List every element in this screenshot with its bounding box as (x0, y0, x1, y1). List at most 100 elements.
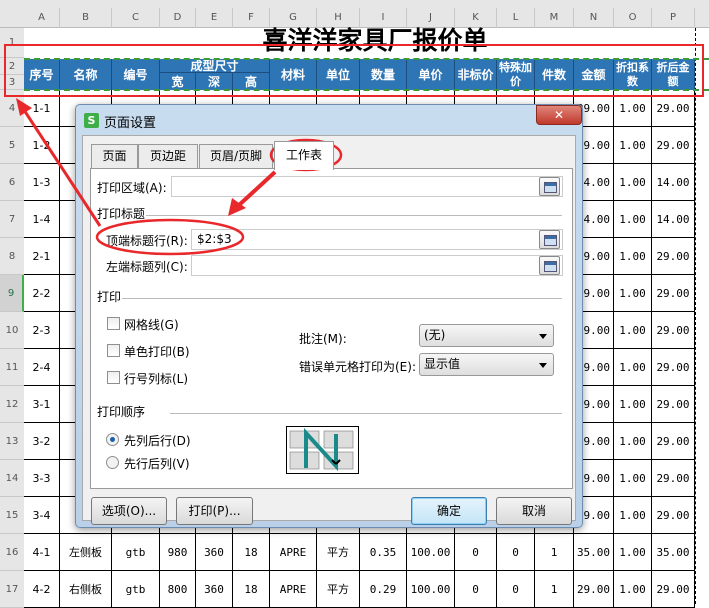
table-cell[interactable]: 100.00 (407, 534, 455, 571)
table-cell[interactable]: 2-3 (24, 312, 60, 349)
mono-checkbox[interactable] (107, 344, 120, 357)
top-rows-picker-button[interactable] (539, 230, 560, 249)
table-cell[interactable]: 1-4 (24, 201, 60, 238)
table-cell[interactable]: 1.00 (614, 201, 652, 238)
table-cell[interactable]: 18 (233, 534, 270, 571)
table-cell[interactable]: 1.00 (614, 571, 652, 608)
table-cell[interactable]: 0 (497, 534, 535, 571)
tab-sheet[interactable]: 工作表 (274, 141, 334, 170)
row-header[interactable]: 15 (0, 497, 24, 534)
column-header-K[interactable]: K (455, 8, 497, 28)
row-header[interactable]: 4 (0, 90, 24, 127)
top-rows-input[interactable]: $2:$3 (191, 229, 563, 250)
gridlines-checkbox[interactable] (107, 317, 120, 330)
table-cell[interactable]: 1 (535, 534, 574, 571)
table-cell[interactable]: 1.00 (614, 90, 652, 127)
table-cell[interactable]: 980 (160, 534, 196, 571)
table-cell[interactable]: 3-1 (24, 386, 60, 423)
table-cell[interactable]: 29.00 (652, 349, 695, 386)
table-cell[interactable]: 1.00 (614, 275, 652, 312)
table-cell[interactable]: 1-1 (24, 90, 60, 127)
table-cell[interactable]: 0 (455, 534, 497, 571)
column-header-M[interactable]: M (535, 8, 574, 28)
column-header-G[interactable]: G (270, 8, 317, 28)
table-cell[interactable]: 35.00 (574, 534, 614, 571)
table-cell[interactable]: APRE (270, 571, 317, 608)
column-header-I[interactable]: I (360, 8, 407, 28)
table-cell[interactable]: 1-2 (24, 127, 60, 164)
errors-select[interactable]: 显示值 (419, 353, 554, 376)
table-cell[interactable]: 平方 (317, 534, 360, 571)
row-header[interactable]: 13 (0, 423, 24, 460)
tab-header-footer[interactable]: 页眉/页脚 (199, 144, 273, 168)
table-cell[interactable]: 1.00 (614, 534, 652, 571)
table-cell[interactable]: 4-1 (24, 534, 60, 571)
table-cell[interactable]: 1.00 (614, 423, 652, 460)
table-cell[interactable]: 1.00 (614, 164, 652, 201)
column-header-E[interactable]: E (196, 8, 233, 28)
table-cell[interactable]: 3-3 (24, 460, 60, 497)
column-header-D[interactable]: D (160, 8, 196, 28)
table-cell[interactable]: 29.00 (652, 460, 695, 497)
table-cell[interactable]: 左侧板 (60, 534, 112, 571)
table-cell[interactable]: 2-1 (24, 238, 60, 275)
table-cell[interactable]: 29.00 (652, 497, 695, 534)
table-cell[interactable]: 1 (535, 571, 574, 608)
print-button[interactable]: 打印(P)... (176, 497, 253, 525)
table-cell[interactable]: 14.00 (652, 201, 695, 238)
table-cell[interactable]: 29.00 (652, 127, 695, 164)
table-cell[interactable]: 29.00 (652, 571, 695, 608)
print-area-input[interactable] (171, 176, 563, 197)
rowcol-checkbox[interactable] (107, 371, 120, 384)
row-header[interactable]: 10 (0, 312, 24, 349)
table-cell[interactable]: 29.00 (652, 386, 695, 423)
column-header-B[interactable]: B (60, 8, 112, 28)
column-header-L[interactable]: L (497, 8, 535, 28)
table-cell[interactable]: 1-3 (24, 164, 60, 201)
row-header[interactable]: 8 (0, 238, 24, 275)
column-header-H[interactable]: H (317, 8, 360, 28)
row-header[interactable]: 17 (0, 571, 24, 608)
table-cell[interactable]: 100.00 (407, 571, 455, 608)
comments-select[interactable]: (无) (419, 324, 554, 347)
table-cell[interactable]: 1.00 (614, 460, 652, 497)
table-cell[interactable]: 14.00 (652, 164, 695, 201)
table-cell[interactable]: 29.00 (574, 571, 614, 608)
table-cell[interactable]: 2-2 (24, 275, 60, 312)
table-cell[interactable]: 800 (160, 571, 196, 608)
cancel-button[interactable]: 取消 (496, 497, 572, 525)
table-cell[interactable]: 1.00 (614, 386, 652, 423)
table-cell[interactable]: 0 (497, 571, 535, 608)
left-cols-input[interactable] (191, 255, 563, 276)
row-header[interactable]: 7 (0, 201, 24, 238)
table-cell[interactable]: 29.00 (652, 312, 695, 349)
column-header-N[interactable]: N (574, 8, 614, 28)
row-header[interactable]: 14 (0, 460, 24, 497)
tab-margins[interactable]: 页边距 (138, 144, 198, 168)
row-header[interactable]: 16 (0, 534, 24, 571)
table-cell[interactable]: 0 (455, 571, 497, 608)
down-then-over-radio[interactable] (106, 433, 119, 446)
tab-page[interactable]: 页面 (91, 144, 138, 168)
table-cell[interactable]: 4-2 (24, 571, 60, 608)
table-cell[interactable]: gtb (112, 534, 160, 571)
table-cell[interactable]: 29.00 (652, 423, 695, 460)
table-cell[interactable]: 1.00 (614, 127, 652, 164)
table-cell[interactable]: 平方 (317, 571, 360, 608)
column-header-F[interactable]: F (233, 8, 270, 28)
table-cell[interactable]: 3-2 (24, 423, 60, 460)
column-header-A[interactable]: A (24, 8, 60, 28)
table-cell[interactable]: 360 (196, 571, 233, 608)
row-header[interactable]: 2 (0, 58, 24, 75)
row-header[interactable]: 5 (0, 127, 24, 164)
left-cols-picker-button[interactable] (539, 256, 560, 275)
over-then-down-radio[interactable] (106, 456, 119, 469)
table-cell[interactable]: gtb (112, 571, 160, 608)
table-cell[interactable]: 35.00 (652, 534, 695, 571)
column-header-J[interactable]: J (407, 8, 455, 28)
table-cell[interactable]: 1.00 (614, 497, 652, 534)
options-button[interactable]: 选项(O)... (91, 497, 167, 525)
table-cell[interactable]: 1.00 (614, 238, 652, 275)
table-cell[interactable]: 29.00 (652, 238, 695, 275)
column-header-P[interactable]: P (652, 8, 695, 28)
